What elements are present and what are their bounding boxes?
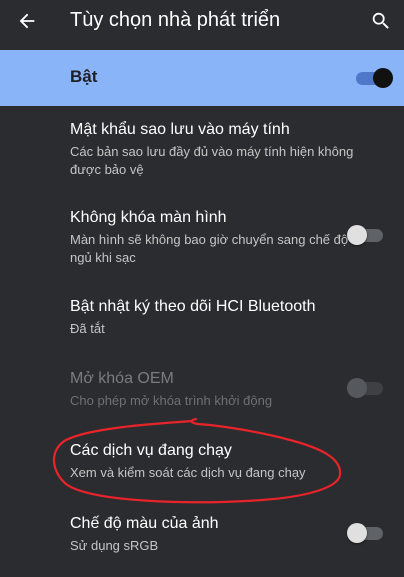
arrow-back-icon [19,13,35,29]
page-title: Tùy chọn nhà phát triển [70,9,281,31]
setting-summary: Đã tắt [70,321,105,336]
setting-title: Chế độ màu của ảnh [70,515,219,532]
color-mode-toggle[interactable] [347,522,383,544]
switch-thumb [347,225,367,245]
master-toggle[interactable] [356,67,393,89]
stay-awake-toggle[interactable] [347,224,383,246]
back-button[interactable] [12,6,42,36]
setting-summary: Sử dụng sRGB [70,538,159,553]
setting-title: Mật khẩu sao lưu vào máy tính [70,121,290,138]
setting-oem-unlock: Mở khóa OEM Cho phép mở khóa trình khởi … [0,368,404,412]
setting-title: Mở khóa OEM [70,370,174,387]
app-bar: Tùy chọn nhà phát triển [0,0,404,46]
switch-thumb [347,378,367,398]
master-switch-bar[interactable]: Bật [0,50,404,106]
setting-summary: Cho phép mở khóa trình khởi động [70,393,273,408]
setting-title: Không khóa màn hình [70,209,227,226]
setting-summary: Các bản sao lưu đầy đủ vào máy tính hiện… [70,144,354,177]
search-icon [372,12,389,29]
search-button[interactable] [366,6,396,36]
switch-thumb [373,68,393,88]
setting-title: Bật nhật ký theo dõi HCI Bluetooth [70,298,316,315]
setting-running-services[interactable]: Các dịch vụ đang chạy Xem và kiểm soát c… [0,440,404,484]
setting-bluetooth-hci-log[interactable]: Bật nhật ký theo dõi HCI Bluetooth Đã tắ… [0,296,404,340]
setting-backup-password[interactable]: Mật khẩu sao lưu vào máy tính Các bản sa… [0,119,404,179]
setting-title: Các dịch vụ đang chạy [70,442,232,459]
switch-thumb [347,523,367,543]
setting-summary: Màn hình sẽ không bao giờ chuyển sang ch… [70,232,349,265]
master-switch-label: Bật [70,67,98,86]
setting-picture-color-mode[interactable]: Chế độ màu của ảnh Sử dụng sRGB [0,513,404,557]
setting-stay-awake[interactable]: Không khóa màn hình Màn hình sẽ không ba… [0,207,404,267]
developer-options-screen: Tùy chọn nhà phát triển Bật Mật khẩu sao… [0,0,404,577]
setting-summary: Xem và kiểm soát các dịch vụ đang chạy [70,465,306,480]
oem-unlock-toggle [347,377,383,399]
